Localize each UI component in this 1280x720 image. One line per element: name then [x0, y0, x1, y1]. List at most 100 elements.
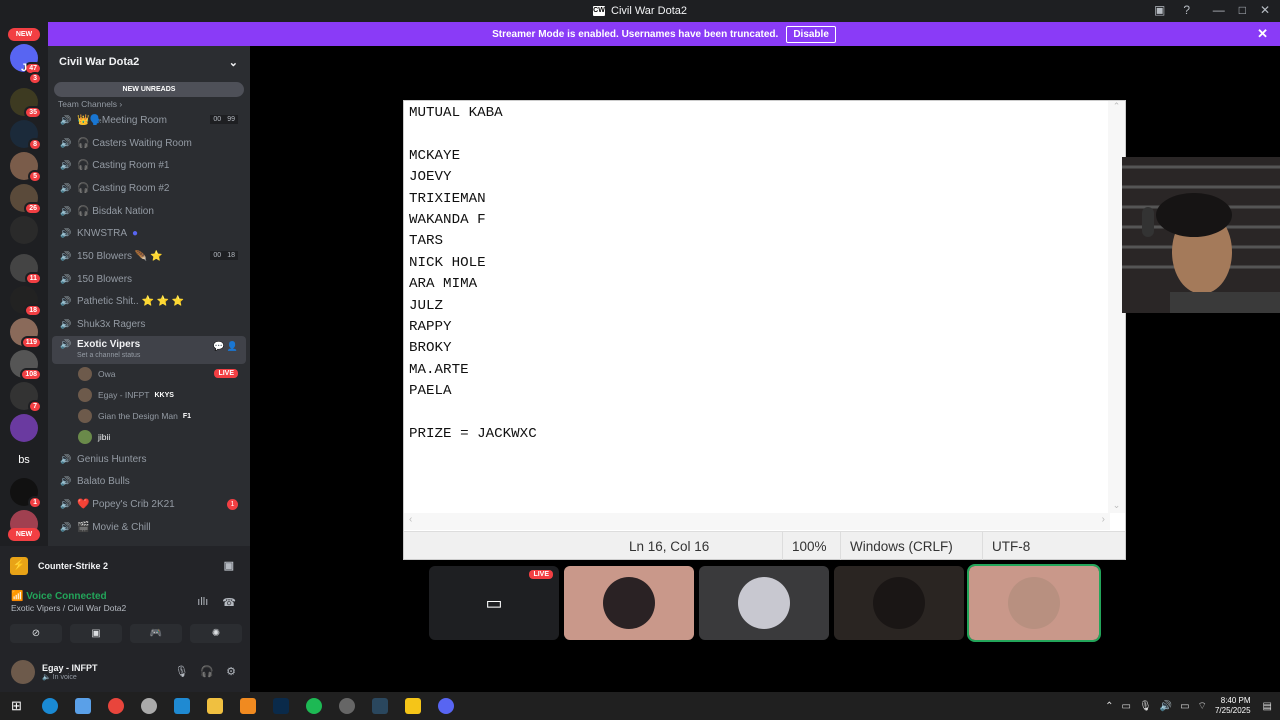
steam-icon[interactable]	[363, 692, 396, 720]
live-badge: LIVE	[214, 368, 238, 378]
voice-channel[interactable]: 🔊 Shuk3x Ragers	[48, 313, 250, 336]
voice-channel[interactable]: 🔊 Pathetic Shit.. ⭐ ⭐ ⭐	[48, 291, 250, 314]
voice-channel[interactable]: 🔊 🎧 Bisdak Nation	[48, 200, 250, 223]
participant-tile-speaking[interactable]	[967, 564, 1101, 642]
participant-tile[interactable]	[834, 566, 964, 640]
server-icon[interactable]: 1	[10, 478, 42, 509]
notepad-window[interactable]: MUTUAL KABA MCKAYE JOEVY TRIXIEMAN WAKAN…	[403, 100, 1126, 560]
voice-channel[interactable]: 🔊 Genius Hunters	[48, 448, 250, 471]
speaker-icon: 🔊	[60, 476, 72, 487]
soundboard-button[interactable]: ✺	[190, 624, 242, 643]
voice-channel-active[interactable]: 🔊 Exotic Vipers Set a channel status 💬 👤	[52, 335, 246, 364]
voice-member[interactable]: Gian the Design Man F1	[48, 406, 250, 427]
server-icon[interactable]: 26	[10, 184, 42, 215]
server-icon[interactable]: 108	[10, 350, 42, 381]
disconnect-icon[interactable]: ☎	[222, 596, 236, 609]
server-icon[interactable]: 5	[10, 152, 42, 183]
chrome-icon[interactable]	[99, 692, 132, 720]
disable-streamer-button[interactable]: Disable	[786, 25, 836, 43]
maximize-button[interactable]: □	[1239, 3, 1246, 17]
activities-button[interactable]: 🎮	[130, 624, 182, 643]
speaker-icon: 🔊	[60, 273, 72, 284]
channel-status[interactable]: Set a channel status	[77, 352, 140, 359]
window-title: Civil War Dota2	[611, 5, 687, 17]
gear-icon[interactable]: ⚙	[226, 665, 236, 678]
voice-channel[interactable]: 🔊 🎬 Movie & Chill	[48, 516, 250, 539]
inbox-icon[interactable]: ▣	[1154, 3, 1165, 17]
mic-icon[interactable]: 🎙	[174, 665, 188, 678]
wifi-icon[interactable]: ⌔	[1198, 700, 1207, 713]
vscode-icon[interactable]	[165, 692, 198, 720]
browser-icon[interactable]	[132, 692, 165, 720]
server-icon[interactable]: 18	[10, 286, 42, 317]
horizontal-scrollbar[interactable]: ‹ ›	[404, 513, 1110, 530]
copilot-icon[interactable]	[66, 692, 99, 720]
screen-icon[interactable]: ▣	[224, 559, 234, 572]
share-screen-button[interactable]: ▣	[70, 624, 122, 643]
minimize-button[interactable]: —	[1213, 3, 1225, 17]
network-icon[interactable]: ▭	[1121, 701, 1130, 712]
voice-channel[interactable]: 🔊 🎧 Casters Waiting Room	[48, 132, 250, 155]
avatar[interactable]	[11, 660, 35, 684]
unread-badge: 1	[28, 496, 42, 509]
battery-icon[interactable]: ▭	[1180, 701, 1189, 712]
video-off-button[interactable]: ⊘	[10, 624, 62, 643]
server-icon[interactable]: 119	[10, 318, 42, 349]
voice-member[interactable]: Egay - INFPT KKYS	[48, 385, 250, 406]
notification-icon[interactable]: ▤	[1263, 701, 1272, 712]
chat-icon[interactable]: 💬 👤	[213, 341, 238, 352]
start-icon[interactable]: ⊞	[0, 692, 33, 720]
spotify-icon[interactable]	[297, 692, 330, 720]
photoshop-icon[interactable]	[264, 692, 297, 720]
notepad-text[interactable]: MUTUAL KABA MCKAYE JOEVY TRIXIEMAN WAKAN…	[409, 103, 537, 446]
noise-suppression-icon[interactable]: ıllı	[197, 596, 208, 609]
server-icon[interactable]: 7	[10, 382, 42, 413]
server-icon[interactable]: J3	[10, 54, 42, 85]
server-icon[interactable]	[10, 414, 38, 442]
avatar	[603, 577, 655, 629]
file-explorer-icon[interactable]	[198, 692, 231, 720]
notes-icon[interactable]	[396, 692, 429, 720]
voice-channel[interactable]: 🔊 Balato Bulls	[48, 471, 250, 494]
volume-icon[interactable]: 🔊	[1160, 701, 1172, 712]
new-pill-top[interactable]: NEW	[8, 28, 40, 41]
unread-badge: 3	[28, 72, 42, 85]
close-banner-icon[interactable]: ✕	[1257, 26, 1268, 42]
voice-channel[interactable]: 🔊 150 Blowers	[48, 268, 250, 291]
voice-channel[interactable]: 🔊 🎧 Casting Room #1	[48, 154, 250, 177]
new-pill-bottom[interactable]: NEW	[8, 528, 40, 541]
voice-member[interactable]: Owa LIVE	[48, 364, 250, 385]
unread-badge: 7	[28, 400, 42, 413]
edge-icon[interactable]	[33, 692, 66, 720]
mic-tray-icon[interactable]: 🎙	[1139, 701, 1152, 712]
participant-tile[interactable]	[564, 566, 694, 640]
chevron-up-icon[interactable]: ⌃	[1105, 701, 1113, 712]
voice-channel[interactable]: 🔊 👑🗣️Meeting Room 00 99	[48, 109, 250, 132]
new-unreads-pill[interactable]: NEW UNREADS	[54, 82, 244, 97]
server-icon[interactable]: 8	[10, 120, 42, 151]
stream-tile[interactable]: ▭ LIVE	[429, 566, 559, 640]
close-window-button[interactable]: ✕	[1260, 3, 1270, 17]
discord-icon[interactable]	[429, 692, 462, 720]
activity-panel[interactable]: ⚡ Counter-Strike 2 ▣	[0, 546, 250, 586]
server-icon[interactable]: 11	[10, 254, 42, 285]
server-icon[interactable]: 35	[10, 88, 42, 119]
server-header[interactable]: Civil War Dota2 ⌄	[48, 46, 250, 78]
headphones-icon[interactable]: 🎧	[200, 665, 214, 678]
clock[interactable]: 8:40 PM 7/25/2025	[1215, 696, 1251, 716]
game-launcher-icon[interactable]	[330, 692, 363, 720]
participant-tile[interactable]	[699, 566, 829, 640]
category-header[interactable]: Team Channels ›	[48, 97, 250, 109]
help-icon[interactable]: ?	[1183, 3, 1190, 17]
voice-channel[interactable]: 🔊 150 Blowers 🪶 ⭐ 00 18	[48, 245, 250, 268]
voice-channel[interactable]: 🔊 🎧 Casting Room #2	[48, 177, 250, 200]
voice-channel[interactable]: 🔊 KNWSTRA ●	[48, 222, 250, 245]
server-icon[interactable]	[10, 216, 38, 244]
username[interactable]: Egay - INFPT	[42, 663, 98, 673]
voice-channel[interactable]: 🔊 ❤️ Popey's Crib 2K21 1	[48, 493, 250, 516]
voice-member[interactable]: jibii	[48, 427, 250, 448]
server-icon[interactable]: bs	[10, 446, 38, 474]
sublime-icon[interactable]	[231, 692, 264, 720]
notepad-statusbar: Ln 16, Col 16 100% Windows (CRLF) UTF-8	[404, 531, 1125, 560]
unread-badge: 5	[28, 170, 42, 183]
